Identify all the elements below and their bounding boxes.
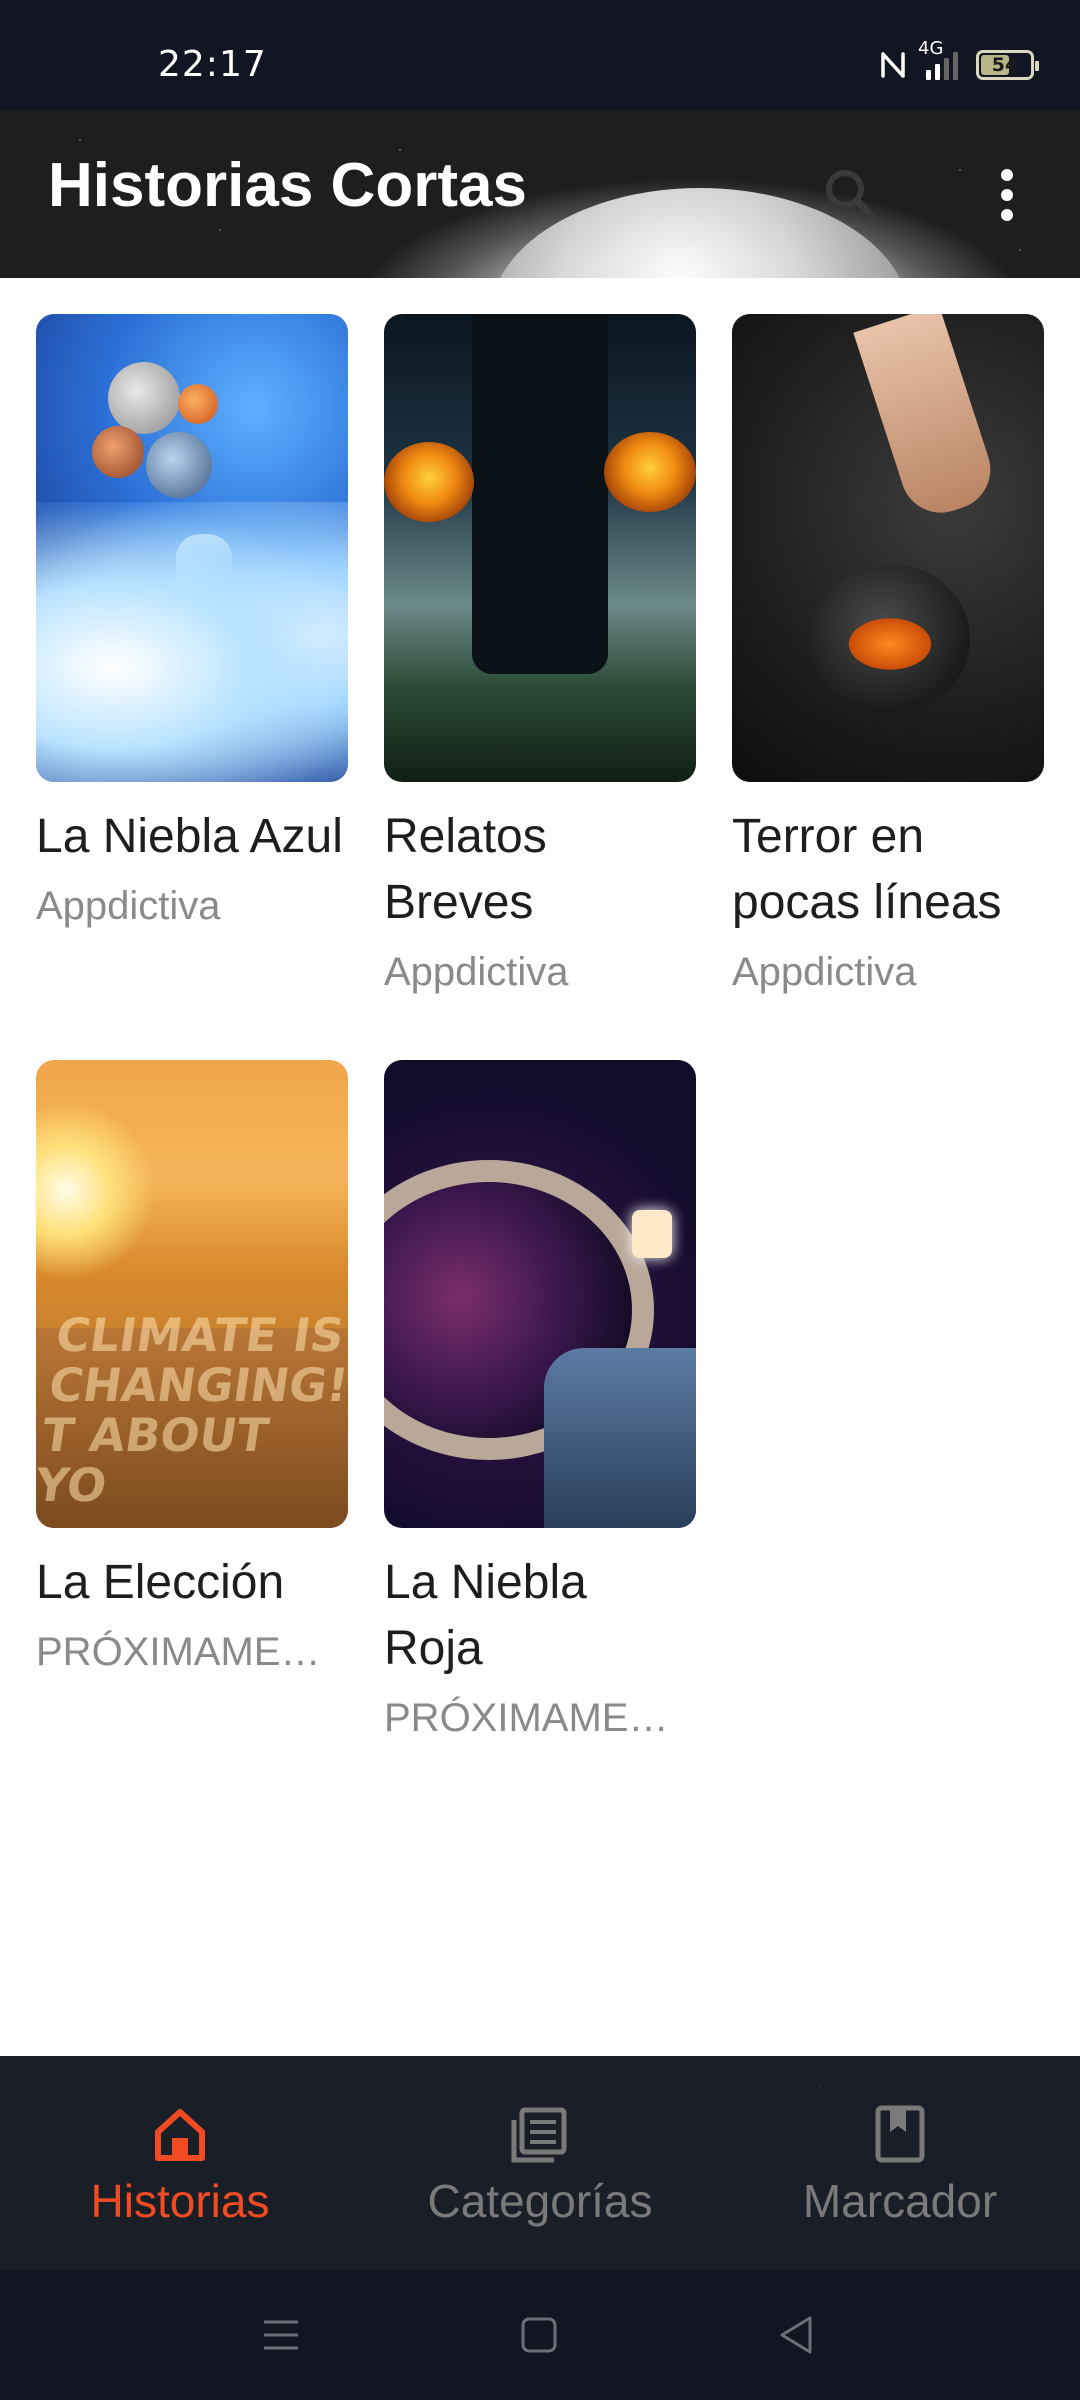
search-icon — [826, 170, 878, 222]
nav-item-marcador[interactable]: Marcador — [750, 2056, 1050, 2270]
story-title: Relatos Breves — [384, 810, 547, 929]
story-card[interactable]: La Niebla Azul Appdictiva — [36, 314, 348, 934]
nav-label: Marcador — [802, 2175, 998, 2227]
more-vert-icon — [1001, 169, 1013, 181]
story-title: La Niebla Roja — [384, 1556, 587, 1675]
story-card[interactable]: La Niebla Roja PRÓXIMAMENTE — [384, 1060, 696, 1746]
story-title: Terror en pocas líneas — [732, 810, 1002, 929]
status-time: 22:17 — [158, 44, 267, 85]
story-author: Appdictiva — [36, 884, 221, 928]
story-cover[interactable] — [384, 1060, 696, 1528]
bookmark-icon — [875, 2105, 925, 2163]
story-cover[interactable] — [384, 314, 696, 782]
home-icon — [155, 2109, 205, 2161]
story-author: PRÓXIMAMENTE — [36, 1630, 348, 1674]
story-author: PRÓXIMAMENTE — [384, 1696, 696, 1740]
story-author: Appdictiva — [384, 950, 569, 994]
status-bar: 22:17 4G 54 — [0, 0, 1080, 110]
more-options-button[interactable] — [982, 162, 1032, 228]
story-cover[interactable] — [36, 314, 348, 782]
pumpkin-image — [604, 432, 696, 512]
hand-image — [853, 314, 1001, 524]
cover-road-text: CLIMATE IS CHANGING! T ABOUT YO — [36, 1308, 348, 1512]
story-card[interactable]: CLIMATE IS CHANGING! T ABOUT YO La Elecc… — [36, 1060, 348, 1680]
nav-label: Categorías — [427, 2175, 653, 2227]
silhouette-figure — [472, 314, 608, 674]
story-card[interactable]: Terror en pocas líneas Appdictiva — [732, 314, 1044, 1000]
story-cover[interactable] — [732, 314, 1044, 782]
system-navigation-bar — [0, 2270, 1080, 2400]
pumpkin-image — [384, 442, 474, 522]
nfc-icon — [881, 52, 905, 78]
page-title: Historias Cortas — [48, 151, 527, 220]
story-title: La Elección — [36, 1556, 285, 1609]
app-header: Historias Cortas — [0, 110, 1080, 278]
story-author: Appdictiva — [732, 950, 917, 994]
bottom-navigation: Historias Categorías Marcador — [0, 2056, 1080, 2270]
sun-image — [36, 1100, 156, 1280]
status-icons: 4G 54 — [878, 38, 1039, 82]
battery-level: 54 — [991, 54, 1019, 76]
search-button[interactable] — [818, 162, 884, 228]
battery-icon: 54 — [976, 50, 1039, 80]
network-type: 4G — [918, 38, 944, 59]
back-icon[interactable] — [772, 2310, 822, 2360]
home-square-icon[interactable] — [514, 2310, 564, 2360]
nav-item-categorias[interactable]: Categorías — [390, 2056, 690, 2270]
nav-item-historias[interactable]: Historias — [30, 2056, 330, 2270]
story-cover[interactable]: CLIMATE IS CHANGING! T ABOUT YO — [36, 1060, 348, 1528]
story-card[interactable]: Relatos Breves Appdictiva — [384, 314, 696, 1000]
signal-icon: 4G — [918, 38, 958, 80]
menu-icon[interactable] — [256, 2310, 306, 2360]
list-icon — [511, 2107, 567, 2163]
story-title: La Niebla Azul — [36, 810, 343, 863]
nav-label: Historias — [90, 2175, 270, 2227]
